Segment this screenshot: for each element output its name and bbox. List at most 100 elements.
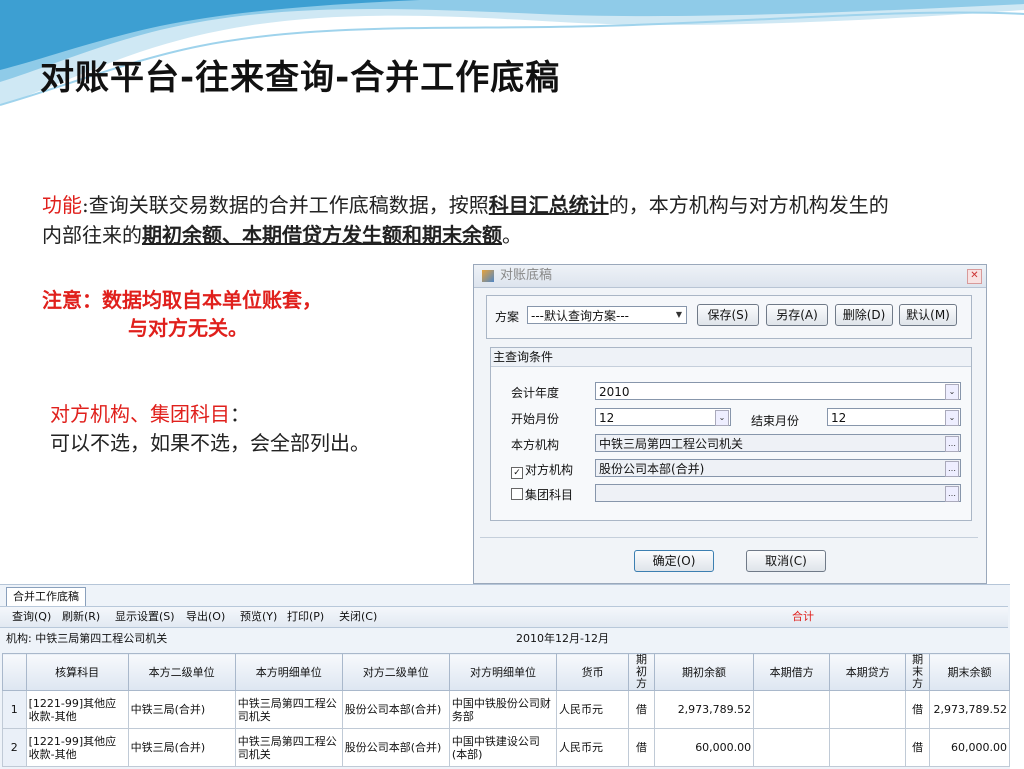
scheme-select[interactable]: ---默认查询方案--- ▼: [527, 306, 687, 324]
counterparty-label: 对方机构: [525, 463, 574, 477]
refresh-button[interactable]: 刷新(R): [62, 607, 100, 627]
column-header[interactable]: 期末方: [905, 653, 930, 691]
counterparty-field[interactable]: 股份公司本部(合并) …: [595, 459, 961, 477]
own-org-field[interactable]: 中铁三局第四工程公司机关 …: [595, 434, 961, 452]
group-subject-label: 集团科目: [525, 488, 574, 502]
scheme-value: ---默认查询方案---: [531, 309, 629, 323]
cell-closing-balance[interactable]: 60,000.00: [928, 728, 1011, 767]
table-row[interactable]: 1 [1221-99]其他应收款-其他 中铁三局(合并) 中铁三局第四工程公司机…: [2, 690, 1011, 729]
year-select[interactable]: 2010 ⌄: [595, 382, 961, 400]
cell-counterparty-detail[interactable]: 中国中铁建设公司(本部): [448, 728, 558, 767]
default-button[interactable]: 默认(M): [899, 304, 957, 326]
cell-opening-direction[interactable]: 借: [628, 690, 655, 729]
group-subject-checkbox-row[interactable]: 集团科目: [511, 486, 573, 503]
column-header[interactable]: 期末余额: [928, 653, 1011, 691]
scheme-bar: 方案 ---默认查询方案--- ▼ 保存(S) 另存(A) 删除(D) 默认(M…: [486, 295, 972, 339]
start-month-select[interactable]: 12 ⌄: [595, 408, 731, 426]
delete-button[interactable]: 删除(D): [835, 304, 893, 326]
end-month-value: 12: [831, 411, 847, 425]
column-header[interactable]: 本方二级单位: [127, 653, 236, 691]
preview-button[interactable]: 预览(Y): [240, 607, 277, 627]
export-button[interactable]: 导出(O): [186, 607, 225, 627]
cell-own-level2[interactable]: 中铁三局(合并): [127, 728, 236, 767]
dialog-title: 对账底稿: [500, 268, 553, 283]
query-button[interactable]: 查询(Q): [12, 607, 51, 627]
cell-closing-direction[interactable]: 借: [905, 728, 930, 767]
cell-period-debit[interactable]: [753, 728, 831, 767]
column-header[interactable]: 本方明细单位: [234, 653, 343, 691]
cancel-button[interactable]: 取消(C): [746, 550, 826, 572]
column-header[interactable]: 本期贷方: [829, 653, 907, 691]
column-header[interactable]: 货币: [556, 653, 630, 691]
own-org-value: 中铁三局第四工程公司机关: [599, 437, 744, 451]
column-header[interactable]: 期初余额: [653, 653, 755, 691]
note-block: 注意：数据均取自本单位账套， 与对方无关。: [42, 286, 322, 342]
chevron-down-icon: ⌄: [715, 410, 729, 426]
cell-currency[interactable]: 人民币元: [556, 690, 630, 729]
cell-opening-balance[interactable]: 2,973,789.52: [653, 690, 755, 729]
start-month-value: 12: [599, 411, 615, 425]
function-description: 功能:查询关联交易数据的合并工作底稿数据，按照科目汇总统计的，本方机构与对方机构…: [42, 190, 902, 250]
cell-period-credit[interactable]: [829, 728, 907, 767]
column-header[interactable]: 对方明细单位: [448, 653, 558, 691]
period-info: 2010年12月-12月: [516, 632, 609, 645]
cell-period-debit[interactable]: [753, 690, 831, 729]
column-header[interactable]: 期初方: [628, 653, 655, 691]
year-label: 会计年度: [511, 386, 560, 400]
table-row[interactable]: 2 [1221-99]其他应收款-其他 中铁三局(合并) 中铁三局第四工程公司机…: [2, 728, 1011, 767]
table-header-row: 核算科目 本方二级单位 本方明细单位 对方二级单位 对方明细单位 货币 期初方 …: [2, 653, 1011, 691]
desc-text-3: 。: [502, 223, 522, 247]
counterparty-value: 股份公司本部(合并): [599, 462, 705, 476]
cell-subject[interactable]: [1221-99]其他应收款-其他: [25, 690, 129, 729]
cell-own-detail[interactable]: 中铁三局第四工程公司机关: [234, 690, 343, 729]
save-button[interactable]: 保存(S): [697, 304, 759, 326]
column-header[interactable]: 核算科目: [25, 653, 129, 691]
ok-button[interactable]: 确定(O): [634, 550, 714, 572]
close-button[interactable]: 关闭(C): [339, 607, 377, 627]
app-icon: [482, 269, 494, 282]
org-info-bar: 机构: 中铁三局第四工程公司机关 2010年12月-12月: [0, 628, 1008, 650]
ellipsis-icon[interactable]: …: [945, 436, 959, 452]
note-line-1: 注意：数据均取自本单位账套，: [42, 288, 322, 312]
column-header[interactable]: 对方二级单位: [341, 653, 450, 691]
cell-currency[interactable]: 人民币元: [556, 728, 630, 767]
save-as-button[interactable]: 另存(A): [766, 304, 828, 326]
slide-title: 对账平台-往来查询-合并工作底稿: [40, 58, 561, 98]
ellipsis-icon[interactable]: …: [945, 486, 959, 502]
print-button[interactable]: 打印(P): [287, 607, 324, 627]
cell-subject[interactable]: [1221-99]其他应收款-其他: [25, 728, 129, 767]
desc-bold-2: 期初余额、本期借贷方发生额和期末余额: [142, 223, 502, 247]
cell-counterparty-level2[interactable]: 股份公司本部(合并): [341, 728, 450, 767]
desc-bold-1: 科目汇总统计: [488, 193, 609, 217]
chevron-down-icon: ⌄: [945, 384, 959, 400]
org-info: 机构: 中铁三局第四工程公司机关: [6, 632, 168, 645]
ellipsis-icon[interactable]: …: [945, 461, 959, 477]
toolbar: 查询(Q) 刷新(R) 显示设置(S) 导出(O) 预览(Y) 打印(P) 关闭…: [0, 606, 1008, 628]
desc-text-1: :查询关联交易数据的合并工作底稿数据，按照: [82, 193, 489, 217]
close-icon[interactable]: ✕: [967, 269, 982, 284]
checkbox-unchecked-icon[interactable]: [511, 488, 523, 500]
cell-counterparty-detail[interactable]: 中国中铁股份公司财务部: [448, 690, 558, 729]
note2-label: 对方机构、集团科目: [50, 402, 230, 426]
cell-own-level2[interactable]: 中铁三局(合并): [127, 690, 236, 729]
row-number: 2: [2, 728, 27, 767]
main-query-conditions: 主查询条件 会计年度 2010 ⌄ 开始月份 12 ⌄ 结束月份 12 ⌄ 本方…: [490, 347, 972, 521]
tab-worksheet[interactable]: 合并工作底稿: [6, 587, 86, 606]
cell-own-detail[interactable]: 中铁三局第四工程公司机关: [234, 728, 343, 767]
year-value: 2010: [599, 385, 630, 399]
cell-closing-direction[interactable]: 借: [905, 690, 930, 729]
cell-opening-direction[interactable]: 借: [628, 728, 655, 767]
note2-block: 对方机构、集团科目： 可以不选，如果不选，会全部列出。: [50, 400, 370, 458]
counterparty-checkbox-row[interactable]: ✓ 对方机构: [511, 461, 573, 479]
end-month-select[interactable]: 12 ⌄: [827, 408, 961, 426]
cell-opening-balance[interactable]: 60,000.00: [653, 728, 755, 767]
cell-counterparty-level2[interactable]: 股份公司本部(合并): [341, 690, 450, 729]
cell-period-credit[interactable]: [829, 690, 907, 729]
display-settings-button[interactable]: 显示设置(S): [115, 607, 175, 627]
cell-closing-balance[interactable]: 2,973,789.52: [928, 690, 1011, 729]
note2-text: 可以不选，如果不选，会全部列出。: [50, 431, 370, 455]
column-header[interactable]: 本期借方: [753, 653, 831, 691]
checkbox-checked-icon[interactable]: ✓: [511, 467, 523, 479]
note-line-2: 与对方无关。: [128, 316, 248, 340]
group-subject-field[interactable]: …: [595, 484, 961, 502]
